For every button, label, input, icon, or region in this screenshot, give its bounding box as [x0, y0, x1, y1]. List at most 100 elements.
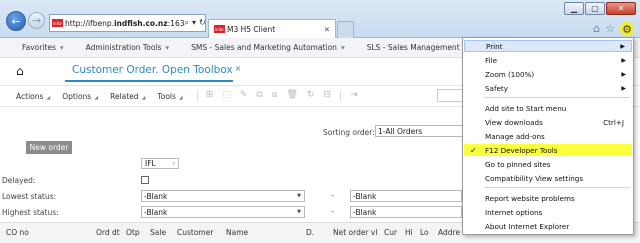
column-header[interactable]: Addre	[438, 228, 460, 237]
toolbar-options[interactable]: Options ◢	[62, 92, 98, 101]
menu-item-label: Go to pinned sites	[485, 159, 551, 169]
column-header[interactable]: Net order vl	[333, 228, 377, 237]
page-close-icon[interactable]: ×	[235, 64, 242, 73]
menu-item-view-downloads[interactable]: View downloads Ctrl+J	[464, 116, 632, 128]
tools-context-menu: Print ▶ File ▶ Zoom (100%) ▶ Safety ▶ Add si…	[462, 37, 634, 235]
sorting-order-value: 1-All Orders	[378, 126, 423, 136]
submenu-arrow-icon: ▶	[621, 56, 626, 64]
menu-item-add-site[interactable]: Add site to Start menu	[464, 102, 632, 114]
menu-administration-tools[interactable]: Administration Tools ▾	[86, 43, 170, 52]
active-tab-underline	[65, 80, 233, 82]
app-home-icon[interactable]: ⌂	[16, 64, 24, 78]
menu-item-zoom[interactable]: Zoom (100%) ▶	[464, 68, 632, 80]
display-icon[interactable]: ⧈	[272, 90, 278, 102]
toolbar-label: Related	[110, 91, 139, 101]
column-header[interactable]: Hi	[405, 228, 413, 237]
chevron-right-icon: ›	[172, 160, 175, 167]
sorting-order-select[interactable]: 1-All Orders	[375, 125, 463, 137]
forward-button[interactable]: →	[28, 12, 45, 29]
new-tab-button[interactable]	[337, 21, 354, 38]
caret-icon: ◢	[178, 94, 183, 101]
ifl-field[interactable]: IFL ›	[141, 158, 179, 169]
menu-item-label: Internet options	[485, 207, 543, 217]
menu-sls[interactable]: SLS - Sales Management▾	[367, 43, 468, 52]
tab-close-icon[interactable]: ✕	[324, 25, 330, 34]
menu-item-internet-options[interactable]: Internet options	[464, 206, 632, 218]
menu-item-manage-addons[interactable]: Manage add-ons	[464, 130, 632, 142]
new-order-button[interactable]: New order	[26, 141, 72, 154]
toolbar-label: Options	[62, 91, 92, 101]
submenu-arrow-icon: ▶	[621, 84, 626, 92]
column-header[interactable]: Sale	[150, 228, 166, 237]
menu-item-compatibility-view[interactable]: Compatibility View settings	[464, 172, 632, 184]
tools-gear-icon[interactable]: ⚙	[620, 22, 634, 36]
page-title: Customer Order. Open Toolbox	[72, 64, 233, 76]
chevron-down-icon: ▾	[340, 43, 345, 52]
caret-icon: ◢	[94, 94, 99, 101]
tab-favicon-icon: infor	[214, 25, 225, 33]
forward-arrow-icon: →	[31, 14, 42, 27]
column-header[interactable]: Cur	[384, 228, 397, 237]
home-icon[interactable]: ⌂	[593, 22, 600, 36]
toolbar-tools[interactable]: Tools ◢	[157, 92, 182, 101]
close-button[interactable]: ✕	[606, 2, 636, 15]
menu-item-report-problems[interactable]: Report website problems	[464, 192, 632, 204]
edit-icon[interactable]: ✎	[240, 90, 248, 102]
dropdown-icon[interactable]: ▾	[192, 18, 196, 28]
column-header[interactable]: Ord dt	[96, 228, 120, 237]
menu-item-label: Compatibility View settings	[485, 173, 584, 183]
column-header[interactable]: Customer	[177, 228, 213, 237]
menu-favorites[interactable]: Favorites ▾	[22, 43, 64, 52]
column-header[interactable]: D.	[306, 228, 314, 237]
address-prefix: http://ifbenp.	[65, 18, 114, 28]
submenu-arrow-icon: ▶	[620, 42, 625, 50]
clear-icon[interactable]: ⊟	[324, 90, 332, 102]
refresh-icon[interactable]: ↻	[307, 90, 315, 102]
menu-item-shortcut: Ctrl+J	[603, 117, 624, 127]
column-header[interactable]: Name	[226, 228, 248, 237]
open-icon[interactable]: ⬚	[222, 90, 231, 102]
column-header[interactable]: Lo	[420, 228, 429, 237]
tab-title: M3 H5 Client	[227, 24, 276, 34]
menu-item-file[interactable]: File ▶	[464, 54, 632, 66]
column-header[interactable]: Otp	[126, 228, 140, 237]
menu-item-f12-developer-tools[interactable]: ✓ F12 Developer Tools	[464, 144, 632, 156]
lowest-status-to-select[interactable]: -Blank	[350, 190, 462, 202]
column-header[interactable]: CO no	[6, 228, 29, 237]
minimize-button[interactable]: ▁	[564, 2, 584, 15]
delayed-checkbox[interactable]	[141, 176, 149, 184]
menu-item-print[interactable]: Print ▶	[464, 40, 632, 52]
maximize-button[interactable]: ▢	[585, 2, 605, 15]
toolbar-label: Actions	[16, 91, 44, 101]
menu-item-label: Print	[486, 41, 503, 51]
menu-item-safety[interactable]: Safety ▶	[464, 82, 632, 94]
toolbar-related[interactable]: Related ◢	[110, 92, 145, 101]
new-icon[interactable]: ⊞	[206, 90, 214, 102]
menu-label: SLS - Sales Management	[366, 43, 460, 52]
refresh-icon[interactable]: ↻	[199, 18, 205, 28]
browser-tab-m3[interactable]: infor M3 H5 Client ✕	[208, 19, 336, 38]
back-button[interactable]: ←	[6, 11, 26, 31]
highest-status-select[interactable]: -Blank ▼	[141, 206, 305, 218]
menu-item-about-ie[interactable]: About Internet Explorer	[464, 220, 632, 232]
lowest-status-select[interactable]: -Blank ▼	[141, 190, 305, 202]
menu-item-pinned-sites[interactable]: Go to pinned sites	[464, 158, 632, 170]
lowest-status-to-value: -Blank	[353, 191, 377, 201]
toolbar-icons: ⊞ ⬚ ✎ ⧉ ⧈ 🗑 ↻ ⊟ ⇥	[196, 90, 358, 102]
favorites-star-icon[interactable]: ☆	[605, 22, 615, 36]
address-domain: indfish.co.nz	[113, 18, 168, 28]
search-icon[interactable]: ⌕	[184, 18, 188, 28]
submenu-arrow-icon: ▶	[621, 70, 626, 78]
toolbar-label: Tools	[157, 91, 176, 101]
menu-sms[interactable]: SMS - Sales and Marketing Automation ▾	[191, 43, 345, 52]
highest-status-to-select[interactable]: -Blank	[350, 206, 462, 218]
copy-icon[interactable]: ⧉	[256, 90, 262, 102]
toolbar-actions[interactable]: Actions ◢	[16, 92, 50, 101]
page-title-tab[interactable]: Customer Order. Open Toolbox ×	[72, 64, 241, 76]
delete-icon[interactable]: 🗑	[287, 90, 298, 102]
range-dash: -	[331, 191, 334, 200]
menu-label: SMS - Sales and Marketing Automation	[191, 43, 337, 52]
address-bar[interactable]: infor http://ifbenp. indfish.co.nz:163 ⌕ …	[49, 14, 206, 32]
export-icon[interactable]: ⇥	[350, 90, 358, 102]
menu-label: Favorites	[22, 43, 56, 52]
